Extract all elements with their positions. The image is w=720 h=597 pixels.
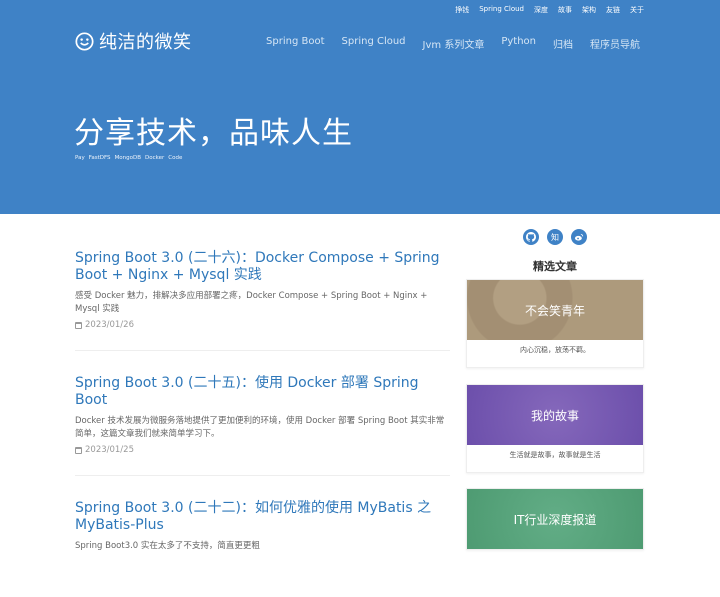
featured-card-title: IT行业深度报道: [513, 512, 597, 527]
featured-card-banner: 我的故事: [467, 385, 643, 445]
zhihu-icon[interactable]: 知: [547, 229, 563, 245]
featured-card-desc: 内心沉稳，放荡不羁。: [520, 346, 590, 354]
featured-card-banner: 不会笑青年: [467, 280, 643, 340]
sidebar: 知 精选文章 不会笑青年 内心沉稳，放荡不羁。 我的故事 生活就是故事，故事就是…: [466, 229, 644, 550]
featured-card-banner: IT行业深度报道: [467, 489, 643, 549]
featured-card-title: 不会笑青年: [524, 303, 585, 318]
hero-header: 挣钱 Spring Cloud 深度 故事 架构 友链 关于 纯洁的微笑 Spr…: [0, 0, 720, 214]
featured-card-desc: 生活就是故事，故事就是生活: [509, 451, 601, 459]
post-title[interactable]: Spring Boot 3.0 (二十二)：如何优雅的使用 MyBatis 之 …: [75, 500, 450, 534]
site-slogan: 分享技术，品味人生: [74, 116, 353, 151]
tag-mongodb[interactable]: MongoDB: [115, 155, 141, 161]
zhihu-label: 知: [551, 232, 559, 242]
github-icon[interactable]: [523, 229, 539, 245]
nav-archive[interactable]: 归档: [553, 36, 573, 51]
top-link-friends[interactable]: 友链: [606, 5, 620, 15]
post-item: Spring Boot 3.0 (二十二)：如何优雅的使用 MyBatis 之 …: [75, 500, 450, 573]
main-nav: Spring Boot Spring Cloud Jvm 系列文章 Python…: [266, 36, 640, 51]
featured-card[interactable]: 我的故事 生活就是故事，故事就是生活: [466, 384, 644, 473]
top-links: 挣钱 Spring Cloud 深度 故事 架构 友链 关于: [455, 5, 644, 15]
featured-card-title: 我的故事: [530, 408, 579, 423]
post-date: 2023/01/25: [75, 445, 450, 455]
calendar-icon: [75, 321, 82, 329]
top-link-architecture[interactable]: 架构: [582, 5, 596, 15]
top-link-spring-cloud[interactable]: Spring Cloud: [479, 5, 524, 15]
nav-jvm[interactable]: Jvm 系列文章: [423, 36, 485, 51]
post-item: Spring Boot 3.0 (二十五)：使用 Docker 部署 Sprin…: [75, 375, 450, 476]
post-list: Spring Boot 3.0 (二十六)：Docker Compose + S…: [75, 250, 450, 597]
post-title[interactable]: Spring Boot 3.0 (二十六)：Docker Compose + S…: [75, 250, 450, 284]
site-name: 纯洁的微笑: [99, 32, 192, 53]
tag-fastdfs[interactable]: FastDFS: [89, 155, 111, 161]
featured-card[interactable]: 不会笑青年 内心沉稳，放荡不羁。: [466, 279, 644, 368]
post-date-text: 2023/01/25: [85, 445, 134, 455]
top-link-money[interactable]: 挣钱: [455, 5, 469, 15]
tag-pay[interactable]: Pay: [75, 155, 85, 161]
tag-docker[interactable]: Docker: [145, 155, 164, 161]
post-summary: Docker 技术发展为微服务落地提供了更加便利的环境，使用 Docker 部署…: [75, 416, 445, 439]
post-item: Spring Boot 3.0 (二十六)：Docker Compose + S…: [75, 250, 450, 351]
nav-spring-cloud[interactable]: Spring Cloud: [342, 36, 406, 51]
nav-spring-boot[interactable]: Spring Boot: [266, 36, 324, 51]
post-title[interactable]: Spring Boot 3.0 (二十五)：使用 Docker 部署 Sprin…: [75, 375, 450, 409]
weibo-icon[interactable]: [571, 229, 587, 245]
tag-code[interactable]: Code: [168, 155, 182, 161]
post-summary: Spring Boot3.0 实在太多了不支持，简直更更粗: [75, 541, 260, 551]
top-link-about[interactable]: 关于: [630, 5, 644, 15]
nav-python[interactable]: Python: [501, 36, 536, 51]
top-link-story[interactable]: 故事: [558, 5, 572, 15]
tag-list: Pay FastDFS MongoDB Docker Code: [75, 155, 182, 161]
post-date: 2023/01/26: [75, 320, 450, 330]
top-link-depth[interactable]: 深度: [534, 5, 548, 15]
featured-title: 精选文章: [533, 260, 577, 273]
calendar-icon: [75, 446, 82, 454]
nav-programmer-guide[interactable]: 程序员导航: [590, 36, 640, 51]
site-logo[interactable]: 纯洁的微笑: [75, 28, 192, 54]
smile-icon: [75, 31, 94, 51]
featured-card[interactable]: IT行业深度报道: [466, 488, 644, 550]
post-date-text: 2023/01/26: [85, 320, 134, 330]
post-summary: 感受 Docker 魅力，排解决多应用部署之疼，Docker Compose +…: [75, 291, 428, 314]
social-links: 知: [466, 229, 644, 245]
